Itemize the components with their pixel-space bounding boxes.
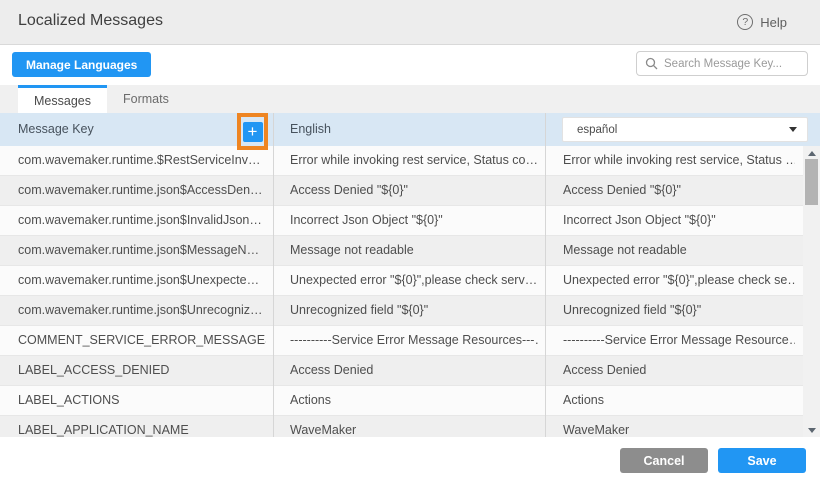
english-cell[interactable]: WaveMaker xyxy=(290,416,538,437)
help-icon: ? xyxy=(737,14,753,30)
scroll-down-button[interactable] xyxy=(803,424,820,436)
arrow-up-icon xyxy=(808,151,816,156)
table-row: com.wavemaker.runtime.json$Unrecogniz… U… xyxy=(0,296,803,326)
help-label: Help xyxy=(760,15,787,30)
spanish-cell[interactable]: Actions xyxy=(563,386,795,415)
english-cell[interactable]: Message not readable xyxy=(290,236,538,265)
arrow-down-icon xyxy=(808,428,816,433)
language-dropdown-value: español xyxy=(577,124,789,136)
table-row: com.wavemaker.runtime.json$InvalidJson… … xyxy=(0,206,803,236)
column-header-message-key: Message Key xyxy=(18,122,94,136)
scrollbar-thumb[interactable] xyxy=(805,159,818,205)
english-cell[interactable]: Access Denied "${0}" xyxy=(290,176,538,205)
spanish-cell[interactable]: Unexpected error "${0}",please check se… xyxy=(563,266,795,295)
spanish-cell[interactable]: Error while invoking rest service, Statu… xyxy=(563,146,795,175)
message-key-cell[interactable]: com.wavemaker.runtime.json$AccessDen… xyxy=(18,176,266,205)
message-key-cell[interactable]: LABEL_ACTIONS xyxy=(18,386,266,415)
message-key-cell[interactable]: COMMENT_SERVICE_ERROR_MESSAGES xyxy=(18,326,266,355)
spanish-cell[interactable]: Unrecognized field "${0}" xyxy=(563,296,795,325)
spanish-cell[interactable]: Incorrect Json Object "${0}" xyxy=(563,206,795,235)
table-row: LABEL_ACTIONS Actions Actions xyxy=(0,386,803,416)
message-key-cell[interactable]: com.wavemaker.runtime.json$Unrecogniz… xyxy=(18,296,266,325)
search-box[interactable] xyxy=(636,51,808,76)
tab-messages[interactable]: Messages xyxy=(18,85,107,113)
spanish-cell[interactable]: Message not readable xyxy=(563,236,795,265)
toolbar: Manage Languages xyxy=(0,45,820,85)
scroll-up-button[interactable] xyxy=(803,147,820,159)
table-row: com.wavemaker.runtime.json$MessageN… Mes… xyxy=(0,236,803,266)
english-cell[interactable]: Error while invoking rest service, Statu… xyxy=(290,146,538,175)
english-cell[interactable]: Incorrect Json Object "${0}" xyxy=(290,206,538,235)
dialog-title-bar: Localized Messages ? Help xyxy=(0,0,820,45)
tab-strip: Messages Formats xyxy=(0,85,820,113)
table-row: com.wavemaker.runtime.json$Unexpecte… Un… xyxy=(0,266,803,296)
vertical-scrollbar[interactable] xyxy=(803,146,820,437)
dialog-footer: Cancel Save xyxy=(0,437,820,490)
message-key-cell[interactable]: LABEL_ACCESS_DENIED xyxy=(18,356,266,385)
message-key-cell[interactable]: com.wavemaker.runtime.$RestServiceInv… xyxy=(18,146,266,175)
english-cell[interactable]: Access Denied xyxy=(290,356,538,385)
table-row: com.wavemaker.runtime.$RestServiceInv… E… xyxy=(0,146,803,176)
manage-languages-button[interactable]: Manage Languages xyxy=(12,52,151,77)
english-cell[interactable]: Unrecognized field "${0}" xyxy=(290,296,538,325)
spanish-cell[interactable]: ----------Service Error Message Resource… xyxy=(563,326,795,355)
column-divider xyxy=(545,113,546,437)
highlight-box: + xyxy=(237,113,268,150)
message-key-cell[interactable]: com.wavemaker.runtime.json$InvalidJson… xyxy=(18,206,266,235)
spanish-cell[interactable]: Access Denied "${0}" xyxy=(563,176,795,205)
message-key-cell[interactable]: com.wavemaker.runtime.json$Unexpecte… xyxy=(18,266,266,295)
help-button[interactable]: ? Help xyxy=(737,14,787,30)
spanish-cell[interactable]: WaveMaker xyxy=(563,416,795,437)
search-input[interactable] xyxy=(664,58,799,70)
table-body: com.wavemaker.runtime.$RestServiceInv… E… xyxy=(0,146,803,437)
cancel-button[interactable]: Cancel xyxy=(620,448,708,473)
table-row: COMMENT_SERVICE_ERROR_MESSAGES ---------… xyxy=(0,326,803,356)
caret-down-icon xyxy=(789,127,797,132)
tab-formats[interactable]: Formats xyxy=(107,85,185,113)
plus-icon: + xyxy=(248,123,258,141)
message-key-cell[interactable]: LABEL_APPLICATION_NAME xyxy=(18,416,266,437)
message-key-cell[interactable]: com.wavemaker.runtime.json$MessageN… xyxy=(18,236,266,265)
save-button[interactable]: Save xyxy=(718,448,806,473)
table-row: com.wavemaker.runtime.json$AccessDen… Ac… xyxy=(0,176,803,206)
table-row: LABEL_APPLICATION_NAME WaveMaker WaveMak… xyxy=(0,416,803,437)
column-header-english: English xyxy=(290,122,331,136)
english-cell[interactable]: Unexpected error "${0}",please check ser… xyxy=(290,266,538,295)
english-cell[interactable]: Actions xyxy=(290,386,538,415)
table-row: LABEL_ACCESS_DENIED Access Denied Access… xyxy=(0,356,803,386)
page-title: Localized Messages xyxy=(18,12,163,30)
add-message-key-button[interactable]: + xyxy=(243,122,263,142)
language-dropdown[interactable]: español xyxy=(562,117,808,142)
search-icon xyxy=(645,57,658,70)
english-cell[interactable]: ----------Service Error Message Resource… xyxy=(290,326,538,355)
spanish-cell[interactable]: Access Denied xyxy=(563,356,795,385)
column-divider xyxy=(273,113,274,437)
